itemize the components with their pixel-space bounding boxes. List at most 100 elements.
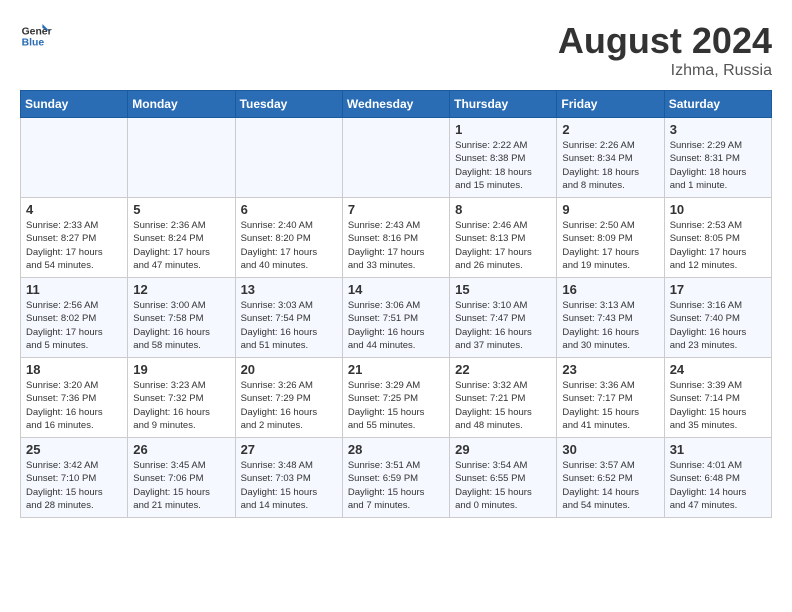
day-info: Sunrise: 3:13 AM Sunset: 7:43 PM Dayligh…: [562, 299, 658, 352]
day-info: Sunrise: 3:39 AM Sunset: 7:14 PM Dayligh…: [670, 379, 766, 432]
calendar-cell: [342, 118, 449, 198]
day-info: Sunrise: 3:51 AM Sunset: 6:59 PM Dayligh…: [348, 459, 444, 512]
day-number: 7: [348, 202, 444, 217]
calendar-cell: 6 Sunrise: 2:40 AM Sunset: 8:20 PM Daylig…: [235, 198, 342, 278]
day-info: Sunrise: 3:26 AM Sunset: 7:29 PM Dayligh…: [241, 379, 337, 432]
day-info: Sunrise: 2:50 AM Sunset: 8:09 PM Dayligh…: [562, 219, 658, 272]
day-info: Sunrise: 3:45 AM Sunset: 7:06 PM Dayligh…: [133, 459, 229, 512]
day-number: 4: [26, 202, 122, 217]
calendar-cell: 23 Sunrise: 3:36 AM Sunset: 7:17 PM Dayli…: [557, 358, 664, 438]
day-number: 3: [670, 122, 766, 137]
calendar-cell: 14 Sunrise: 3:06 AM Sunset: 7:51 PM Dayli…: [342, 278, 449, 358]
day-number: 29: [455, 442, 551, 457]
day-info: Sunrise: 3:48 AM Sunset: 7:03 PM Dayligh…: [241, 459, 337, 512]
calendar-cell: 20 Sunrise: 3:26 AM Sunset: 7:29 PM Dayli…: [235, 358, 342, 438]
calendar-cell: 21Sunrise: 3:29 AM Sunset: 7:25 PM Dayli…: [342, 358, 449, 438]
calendar-cell: 22 Sunrise: 3:32 AM Sunset: 7:21 PM Dayli…: [450, 358, 557, 438]
logo-icon: General Blue: [20, 20, 52, 52]
day-header-tuesday: Tuesday: [235, 91, 342, 118]
page-header: General Blue August 2024 Izhma, Russia: [20, 20, 772, 80]
calendar-cell: 5Sunrise: 2:36 AM Sunset: 8:24 PM Daylig…: [128, 198, 235, 278]
calendar-week-row: 4 Sunrise: 2:33 AM Sunset: 8:27 PM Daylig…: [21, 198, 772, 278]
calendar-week-row: 1Sunrise: 2:22 AM Sunset: 8:38 PM Daylig…: [21, 118, 772, 198]
day-number: 6: [241, 202, 337, 217]
day-info: Sunrise: 3:03 AM Sunset: 7:54 PM Dayligh…: [241, 299, 337, 352]
calendar-week-row: 25 Sunrise: 3:42 AM Sunset: 7:10 PM Dayli…: [21, 438, 772, 518]
calendar-cell: 28Sunrise: 3:51 AM Sunset: 6:59 PM Dayli…: [342, 438, 449, 518]
day-number: 27: [241, 442, 337, 457]
day-number: 8: [455, 202, 551, 217]
calendar-cell: 10 Sunrise: 2:53 AM Sunset: 8:05 PM Dayli…: [664, 198, 771, 278]
title-block: August 2024 Izhma, Russia: [558, 20, 772, 80]
day-info: Sunrise: 2:33 AM Sunset: 8:27 PM Dayligh…: [26, 219, 122, 272]
day-info: Sunrise: 3:54 AM Sunset: 6:55 PM Dayligh…: [455, 459, 551, 512]
day-number: 9: [562, 202, 658, 217]
calendar-cell: [128, 118, 235, 198]
svg-text:Blue: Blue: [22, 38, 45, 49]
day-number: 15: [455, 282, 551, 297]
calendar-cell: 31Sunrise: 4:01 AM Sunset: 6:48 PM Dayli…: [664, 438, 771, 518]
day-info: Sunrise: 3:16 AM Sunset: 7:40 PM Dayligh…: [670, 299, 766, 352]
day-number: 2: [562, 122, 658, 137]
day-number: 19: [133, 362, 229, 377]
day-number: 22: [455, 362, 551, 377]
svg-text:General: General: [22, 26, 52, 37]
calendar-cell: 9 Sunrise: 2:50 AM Sunset: 8:09 PM Daylig…: [557, 198, 664, 278]
day-info: Sunrise: 2:53 AM Sunset: 8:05 PM Dayligh…: [670, 219, 766, 272]
day-info: Sunrise: 3:23 AM Sunset: 7:32 PM Dayligh…: [133, 379, 229, 432]
day-info: Sunrise: 3:32 AM Sunset: 7:21 PM Dayligh…: [455, 379, 551, 432]
calendar-cell: 12 Sunrise: 3:00 AM Sunset: 7:58 PM Dayli…: [128, 278, 235, 358]
day-header-wednesday: Wednesday: [342, 91, 449, 118]
calendar-cell: 4 Sunrise: 2:33 AM Sunset: 8:27 PM Daylig…: [21, 198, 128, 278]
day-number: 24: [670, 362, 766, 377]
calendar-week-row: 18Sunrise: 3:20 AM Sunset: 7:36 PM Dayli…: [21, 358, 772, 438]
day-header-monday: Monday: [128, 91, 235, 118]
calendar-cell: 2Sunrise: 2:26 AM Sunset: 8:34 PM Daylig…: [557, 118, 664, 198]
calendar-cell: 29 Sunrise: 3:54 AM Sunset: 6:55 PM Dayli…: [450, 438, 557, 518]
calendar-header-row: SundayMondayTuesdayWednesdayThursdayFrid…: [21, 91, 772, 118]
calendar-week-row: 11Sunrise: 2:56 AM Sunset: 8:02 PM Dayli…: [21, 278, 772, 358]
day-info: Sunrise: 2:40 AM Sunset: 8:20 PM Dayligh…: [241, 219, 337, 272]
day-number: 10: [670, 202, 766, 217]
calendar-cell: 16 Sunrise: 3:13 AM Sunset: 7:43 PM Dayli…: [557, 278, 664, 358]
calendar-cell: 11Sunrise: 2:56 AM Sunset: 8:02 PM Dayli…: [21, 278, 128, 358]
day-info: Sunrise: 3:57 AM Sunset: 6:52 PM Dayligh…: [562, 459, 658, 512]
day-number: 12: [133, 282, 229, 297]
calendar-cell: [235, 118, 342, 198]
calendar-table: SundayMondayTuesdayWednesdayThursdayFrid…: [20, 90, 772, 518]
calendar-cell: 30Sunrise: 3:57 AM Sunset: 6:52 PM Dayli…: [557, 438, 664, 518]
day-info: Sunrise: 3:42 AM Sunset: 7:10 PM Dayligh…: [26, 459, 122, 512]
calendar-cell: 26Sunrise: 3:45 AM Sunset: 7:06 PM Dayli…: [128, 438, 235, 518]
day-info: Sunrise: 3:00 AM Sunset: 7:58 PM Dayligh…: [133, 299, 229, 352]
day-header-friday: Friday: [557, 91, 664, 118]
day-number: 11: [26, 282, 122, 297]
calendar-cell: [21, 118, 128, 198]
day-number: 17: [670, 282, 766, 297]
calendar-cell: 19 Sunrise: 3:23 AM Sunset: 7:32 PM Dayli…: [128, 358, 235, 438]
day-header-thursday: Thursday: [450, 91, 557, 118]
calendar-cell: 7 Sunrise: 2:43 AM Sunset: 8:16 PM Daylig…: [342, 198, 449, 278]
day-info: Sunrise: 3:10 AM Sunset: 7:47 PM Dayligh…: [455, 299, 551, 352]
day-info: Sunrise: 2:46 AM Sunset: 8:13 PM Dayligh…: [455, 219, 551, 272]
day-number: 14: [348, 282, 444, 297]
day-number: 13: [241, 282, 337, 297]
day-info: Sunrise: 2:22 AM Sunset: 8:38 PM Dayligh…: [455, 139, 551, 192]
day-header-saturday: Saturday: [664, 91, 771, 118]
day-info: Sunrise: 2:43 AM Sunset: 8:16 PM Dayligh…: [348, 219, 444, 272]
calendar-cell: 3Sunrise: 2:29 AM Sunset: 8:31 PM Daylig…: [664, 118, 771, 198]
day-header-sunday: Sunday: [21, 91, 128, 118]
day-number: 23: [562, 362, 658, 377]
day-info: Sunrise: 3:29 AM Sunset: 7:25 PM Dayligh…: [348, 379, 444, 432]
day-number: 5: [133, 202, 229, 217]
calendar-cell: 24 Sunrise: 3:39 AM Sunset: 7:14 PM Dayli…: [664, 358, 771, 438]
month-year-title: August 2024: [558, 20, 772, 62]
day-number: 31: [670, 442, 766, 457]
day-number: 16: [562, 282, 658, 297]
calendar-cell: 1Sunrise: 2:22 AM Sunset: 8:38 PM Daylig…: [450, 118, 557, 198]
day-info: Sunrise: 3:06 AM Sunset: 7:51 PM Dayligh…: [348, 299, 444, 352]
day-number: 25: [26, 442, 122, 457]
day-info: Sunrise: 3:20 AM Sunset: 7:36 PM Dayligh…: [26, 379, 122, 432]
day-number: 20: [241, 362, 337, 377]
day-info: Sunrise: 3:36 AM Sunset: 7:17 PM Dayligh…: [562, 379, 658, 432]
calendar-cell: 25 Sunrise: 3:42 AM Sunset: 7:10 PM Dayli…: [21, 438, 128, 518]
